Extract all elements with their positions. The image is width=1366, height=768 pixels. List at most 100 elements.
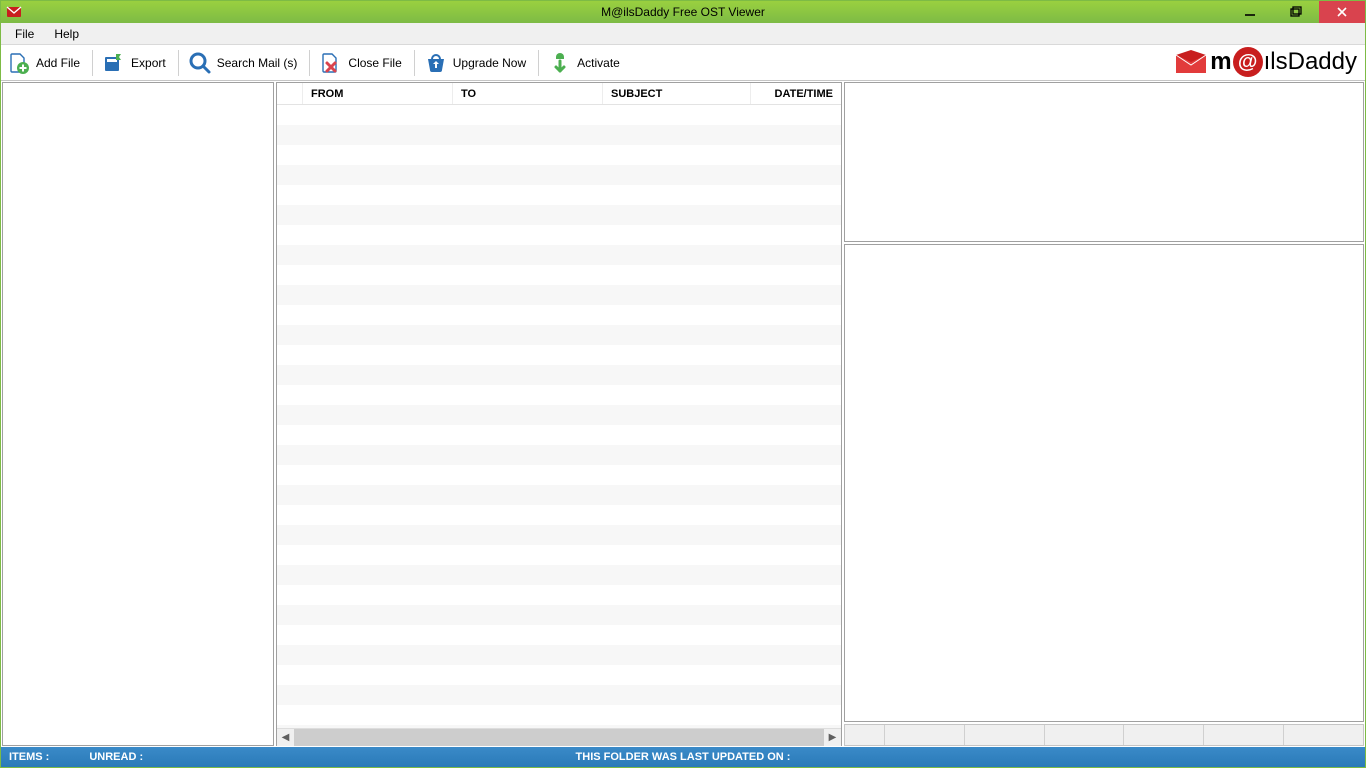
table-row[interactable] (277, 645, 841, 665)
brand-m: m (1210, 48, 1231, 76)
table-row[interactable] (277, 205, 841, 225)
table-row[interactable] (277, 445, 841, 465)
table-row[interactable] (277, 385, 841, 405)
maximize-button[interactable] (1273, 1, 1319, 23)
preview-panel (844, 82, 1364, 746)
column-subject[interactable]: SUBJECT (603, 83, 751, 104)
close-file-icon (318, 50, 344, 76)
table-row[interactable] (277, 705, 841, 725)
toolbar-separator (178, 50, 179, 76)
attachment-cell[interactable] (845, 725, 885, 745)
search-mail-button[interactable]: Search Mail (s) (184, 48, 305, 78)
status-bar: ITEMS : UNREAD : THIS FOLDER WAS LAST UP… (1, 747, 1365, 767)
table-row[interactable] (277, 525, 841, 545)
attachment-cell[interactable] (1204, 725, 1284, 745)
window-title: M@ilsDaddy Free OST Viewer (1, 5, 1365, 19)
menu-bar: File Help (1, 23, 1365, 45)
toolbar: Add File Export Search Mail (s) (1, 45, 1365, 81)
mail-body-panel (844, 244, 1364, 722)
table-row[interactable] (277, 225, 841, 245)
activate-button[interactable]: Activate (544, 48, 627, 78)
table-row[interactable] (277, 565, 841, 585)
column-to[interactable]: TO (453, 83, 603, 104)
menu-file[interactable]: File (5, 23, 44, 44)
scroll-thumb[interactable] (294, 729, 824, 746)
table-row[interactable] (277, 625, 841, 645)
mail-header-panel (844, 82, 1364, 242)
table-row[interactable] (277, 105, 841, 125)
attachment-cell[interactable] (1045, 725, 1125, 745)
status-items: ITEMS : (9, 751, 49, 763)
add-file-icon (6, 50, 32, 76)
close-file-button[interactable]: Close File (315, 48, 408, 78)
table-row[interactable] (277, 185, 841, 205)
title-bar: M@ilsDaddy Free OST Viewer (1, 1, 1365, 23)
column-datetime[interactable]: DATE/TIME (751, 83, 841, 104)
table-row[interactable] (277, 685, 841, 705)
folder-tree-panel[interactable] (2, 82, 274, 746)
attachment-cell[interactable] (885, 725, 965, 745)
upgrade-now-button[interactable]: Upgrade Now (420, 48, 533, 78)
table-row[interactable] (277, 365, 841, 385)
column-from[interactable]: FROM (303, 83, 453, 104)
scroll-track[interactable] (294, 729, 824, 746)
attachment-cell[interactable] (1284, 725, 1363, 745)
scroll-left-button[interactable]: ◀ (277, 729, 294, 746)
menu-help[interactable]: Help (44, 23, 89, 44)
table-row[interactable] (277, 545, 841, 565)
app-icon (5, 3, 23, 21)
close-button[interactable] (1319, 1, 1365, 23)
table-row[interactable] (277, 245, 841, 265)
attachment-cell[interactable] (965, 725, 1045, 745)
brand-rest: ılsDaddy (1264, 48, 1357, 76)
upgrade-now-label: Upgrade Now (453, 56, 526, 70)
table-row[interactable] (277, 285, 841, 305)
attachment-cell[interactable] (1124, 725, 1204, 745)
envelope-icon (1174, 49, 1208, 75)
table-row[interactable] (277, 505, 841, 525)
status-unread: UNREAD : (89, 751, 143, 763)
workspace: FROM TO SUBJECT DATE/TIME ◀ ▶ (1, 81, 1365, 747)
search-mail-label: Search Mail (s) (217, 56, 298, 70)
horizontal-scrollbar[interactable]: ◀ ▶ (277, 728, 841, 745)
table-row[interactable] (277, 605, 841, 625)
window-controls (1227, 1, 1365, 23)
toolbar-separator (538, 50, 539, 76)
toolbar-separator (414, 50, 415, 76)
table-row[interactable] (277, 265, 841, 285)
table-row[interactable] (277, 465, 841, 485)
table-row[interactable] (277, 125, 841, 145)
column-attachment[interactable] (277, 83, 303, 104)
table-row[interactable] (277, 405, 841, 425)
toolbar-separator (92, 50, 93, 76)
status-folder-updated: THIS FOLDER WAS LAST UPDATED ON : (1, 751, 1365, 763)
add-file-button[interactable]: Add File (3, 48, 87, 78)
table-row[interactable] (277, 145, 841, 165)
activate-label: Activate (577, 56, 620, 70)
table-row[interactable] (277, 165, 841, 185)
table-row[interactable] (277, 305, 841, 325)
export-icon (101, 50, 127, 76)
export-button[interactable]: Export (98, 48, 173, 78)
attachments-bar (844, 724, 1364, 746)
brand-logo: m @ ılsDaddy (1174, 47, 1357, 77)
table-row[interactable] (277, 425, 841, 445)
search-icon (187, 50, 213, 76)
activate-icon (547, 50, 573, 76)
table-row[interactable] (277, 585, 841, 605)
toolbar-separator (309, 50, 310, 76)
minimize-button[interactable] (1227, 1, 1273, 23)
grid-header: FROM TO SUBJECT DATE/TIME (277, 83, 841, 105)
close-file-label: Close File (348, 56, 401, 70)
upgrade-icon (423, 50, 449, 76)
mail-list-panel: FROM TO SUBJECT DATE/TIME ◀ ▶ (276, 82, 842, 746)
table-row[interactable] (277, 665, 841, 685)
table-row[interactable] (277, 485, 841, 505)
add-file-label: Add File (36, 56, 80, 70)
grid-body[interactable] (277, 105, 841, 728)
table-row[interactable] (277, 345, 841, 365)
export-label: Export (131, 56, 166, 70)
brand-at: @ (1233, 47, 1263, 77)
scroll-right-button[interactable]: ▶ (824, 729, 841, 746)
table-row[interactable] (277, 325, 841, 345)
